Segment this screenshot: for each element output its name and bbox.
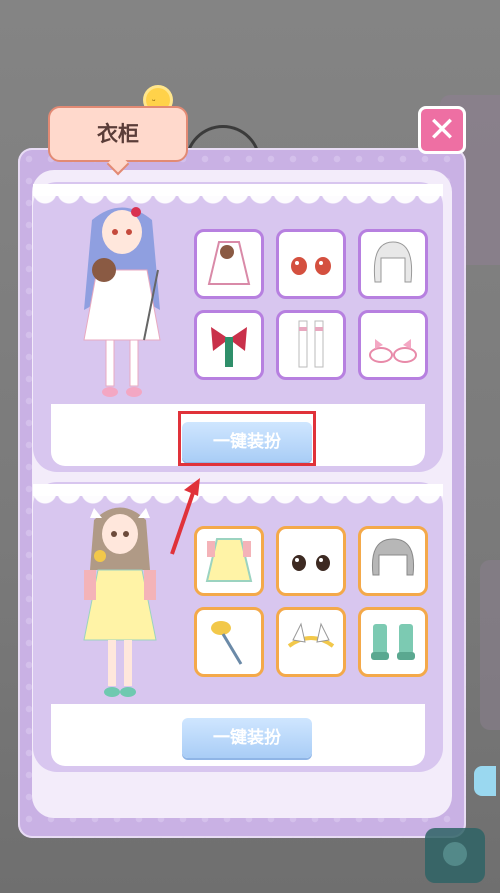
highlight-box [178, 411, 316, 466]
wand-icon[interactable] [194, 607, 264, 677]
download-icon [443, 842, 467, 866]
dress-icon[interactable] [194, 229, 264, 299]
hair-icon[interactable] [358, 526, 428, 596]
eyes-icon[interactable] [276, 229, 346, 299]
bow-icon[interactable] [194, 310, 264, 380]
page-title: 衣柜 [97, 122, 139, 146]
side-badge-icon[interactable] [474, 766, 496, 796]
hair-icon[interactable] [358, 229, 428, 299]
dress-up-button[interactable]: 一键装扮 [182, 718, 312, 758]
download-button[interactable] [425, 828, 485, 883]
close-button[interactable]: ✕ [418, 106, 466, 154]
shoes-icon[interactable] [358, 310, 428, 380]
eyes-icon[interactable] [276, 526, 346, 596]
title-tag: 衣柜 [48, 106, 188, 176]
stockings-icon[interactable] [276, 310, 346, 380]
arrow-icon [170, 478, 200, 555]
character-preview-2 [83, 507, 157, 697]
character-preview-1 [83, 207, 161, 397]
background-card [480, 560, 500, 730]
boots-icon[interactable] [358, 607, 428, 677]
close-icon: ✕ [427, 110, 457, 150]
headband-icon[interactable] [276, 607, 346, 677]
